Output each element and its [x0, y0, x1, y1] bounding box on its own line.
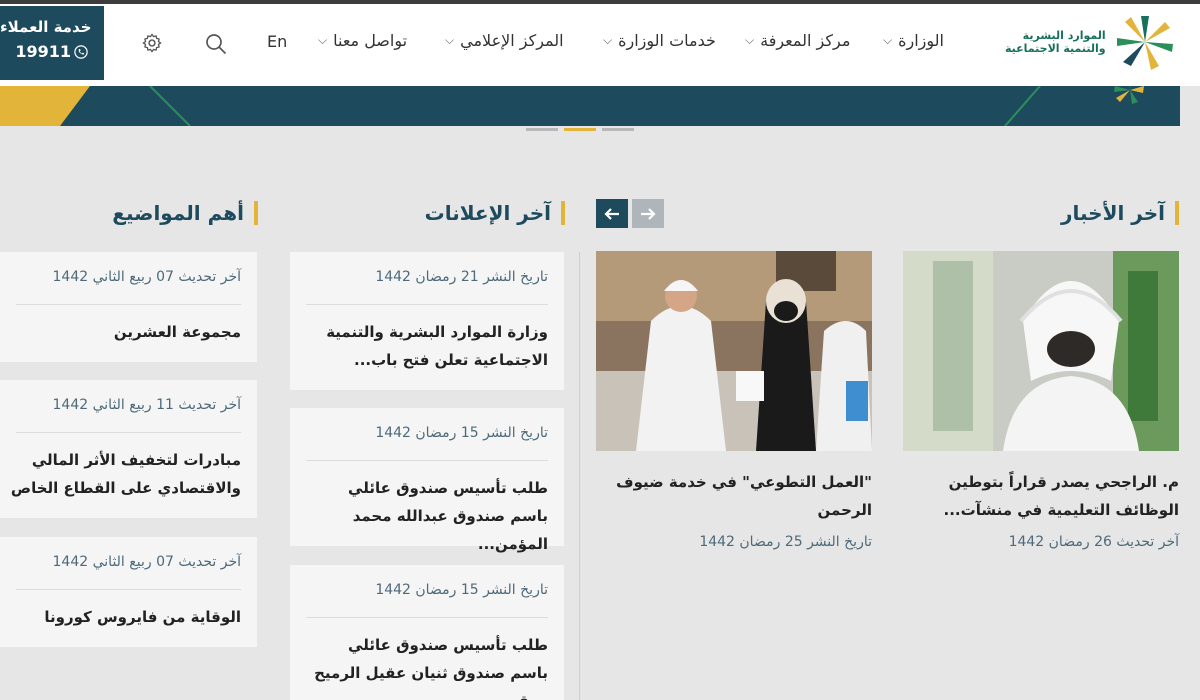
- news-date-2: تاريخ النشر 25 رمضان 1442: [699, 534, 872, 550]
- news-date-1: آخر تحديث 26 رمضان 1442: [1008, 534, 1179, 550]
- section-title-topics: أهم المواضيع: [112, 201, 258, 225]
- announcement-card[interactable]: تاريخ النشر 21 رمضان 1442 وزارة الموارد …: [290, 252, 564, 390]
- announcement-title[interactable]: طلب تأسيس صندوق عائلي باسم صندوق ثنيان ع…: [306, 631, 548, 700]
- arrow-right-icon: [641, 207, 656, 220]
- section-title-announcements: آخر الإعلانات: [425, 201, 565, 225]
- nav-label: تواصل معنا: [333, 31, 408, 50]
- nav-item-ministry[interactable]: الوزارة ⌵: [883, 31, 944, 50]
- nav-item-knowledge-center[interactable]: مركز المعرفة ⌵: [745, 31, 850, 50]
- announcement-date: تاريخ النشر 15 رمضان 1442: [375, 582, 548, 598]
- nav-item-ministry-services[interactable]: خدمات الوزارة ⌵: [603, 31, 716, 50]
- search-icon[interactable]: [204, 32, 228, 60]
- customer-service-box[interactable]: خدمة العملاء 19911: [0, 6, 104, 80]
- arrow-left-icon: [604, 207, 619, 220]
- logo-line-1: الموارد البشرية: [1022, 29, 1106, 42]
- customer-service-number: 19911: [15, 42, 71, 61]
- carousel-dot-active[interactable]: [564, 128, 596, 131]
- news-next-button[interactable]: [596, 199, 628, 228]
- announcement-title[interactable]: طلب تأسيس صندوق عائلي باسم صندوق عبدالله…: [306, 474, 548, 558]
- topic-title[interactable]: مبادرات لتخفيف الأثر المالي والاقتصادي ع…: [1, 446, 241, 502]
- chevron-down-icon: ⌵: [603, 33, 613, 47]
- card-separator: [306, 460, 548, 461]
- settings-gear-icon[interactable]: [141, 32, 163, 58]
- news-title-1[interactable]: م. الراجحي يصدر قراراً بتوطين الوظائف ال…: [909, 468, 1179, 524]
- chevron-down-icon: ⌵: [883, 33, 893, 47]
- announcement-date: تاريخ النشر 15 رمضان 1442: [375, 425, 548, 441]
- ministry-logo-icon: [1116, 16, 1173, 70]
- topic-date: آخر تحديث 07 ربيع الثاني 1442: [52, 554, 241, 570]
- hero-banner: [0, 86, 1180, 126]
- language-switch[interactable]: En: [267, 32, 287, 51]
- topic-title[interactable]: الوقاية من فايروس كورونا: [1, 603, 241, 631]
- announcement-title[interactable]: وزارة الموارد البشرية والتنمية الاجتماعي…: [306, 318, 548, 374]
- topic-title[interactable]: مجموعة العشرين: [1, 318, 241, 346]
- topic-card[interactable]: آخر تحديث 07 ربيع الثاني 1442 مجموعة الع…: [0, 252, 257, 362]
- topic-date: آخر تحديث 11 ربيع الثاني 1442: [52, 397, 241, 413]
- chevron-down-icon: ⌵: [445, 33, 455, 47]
- news-prev-button[interactable]: [632, 199, 664, 228]
- banner-decoration: [0, 86, 1144, 126]
- card-separator: [306, 617, 548, 618]
- topic-card[interactable]: آخر تحديث 11 ربيع الثاني 1442 مبادرات لت…: [0, 380, 257, 518]
- card-separator: [16, 432, 241, 433]
- carousel-indicators: [526, 128, 634, 131]
- news-image-volunteer[interactable]: [596, 251, 872, 451]
- section-title-news: آخر الأخبار: [1061, 201, 1179, 225]
- topic-card[interactable]: آخر تحديث 07 ربيع الثاني 1442 الوقاية من…: [0, 537, 257, 647]
- nav-label: المركز الإعلامي: [460, 31, 564, 50]
- topic-date: آخر تحديث 07 ربيع الثاني 1442: [52, 269, 241, 285]
- nav-item-media-center[interactable]: المركز الإعلامي ⌵: [445, 31, 564, 50]
- carousel-dot[interactable]: [602, 128, 634, 131]
- customer-service-title: خدمة العملاء: [0, 18, 92, 36]
- announcement-card[interactable]: تاريخ النشر 15 رمضان 1442 طلب تأسيس صندو…: [290, 408, 564, 553]
- news-title-2[interactable]: "العمل التطوعي" في خدمة ضيوف الرحمن: [612, 468, 872, 524]
- announcement-date: تاريخ النشر 21 رمضان 1442: [375, 269, 548, 285]
- chevron-down-icon: ⌵: [318, 33, 328, 47]
- ministry-logo[interactable]: الموارد البشرية والتنمية الاجتماعية: [1005, 12, 1178, 72]
- logo-line-2: والتنمية الاجتماعية: [1005, 42, 1106, 55]
- news-image-minister[interactable]: [903, 251, 1179, 451]
- column-divider: [579, 252, 580, 700]
- card-separator: [16, 589, 241, 590]
- phone-icon: [74, 44, 88, 59]
- carousel-dot[interactable]: [526, 128, 558, 131]
- logo-text: الموارد البشرية والتنمية الاجتماعية: [1005, 29, 1106, 55]
- card-separator: [16, 304, 241, 305]
- nav-label: الوزارة: [898, 31, 944, 50]
- nav-label: مركز المعرفة: [760, 31, 851, 50]
- nav-label: خدمات الوزارة: [618, 31, 716, 50]
- customer-service-number-row: 19911: [0, 42, 88, 61]
- announcement-card[interactable]: تاريخ النشر 15 رمضان 1442 طلب تأسيس صندو…: [290, 565, 564, 700]
- card-separator: [306, 304, 548, 305]
- nav-item-contact[interactable]: تواصل معنا ⌵: [318, 31, 407, 50]
- chevron-down-icon: ⌵: [745, 33, 755, 47]
